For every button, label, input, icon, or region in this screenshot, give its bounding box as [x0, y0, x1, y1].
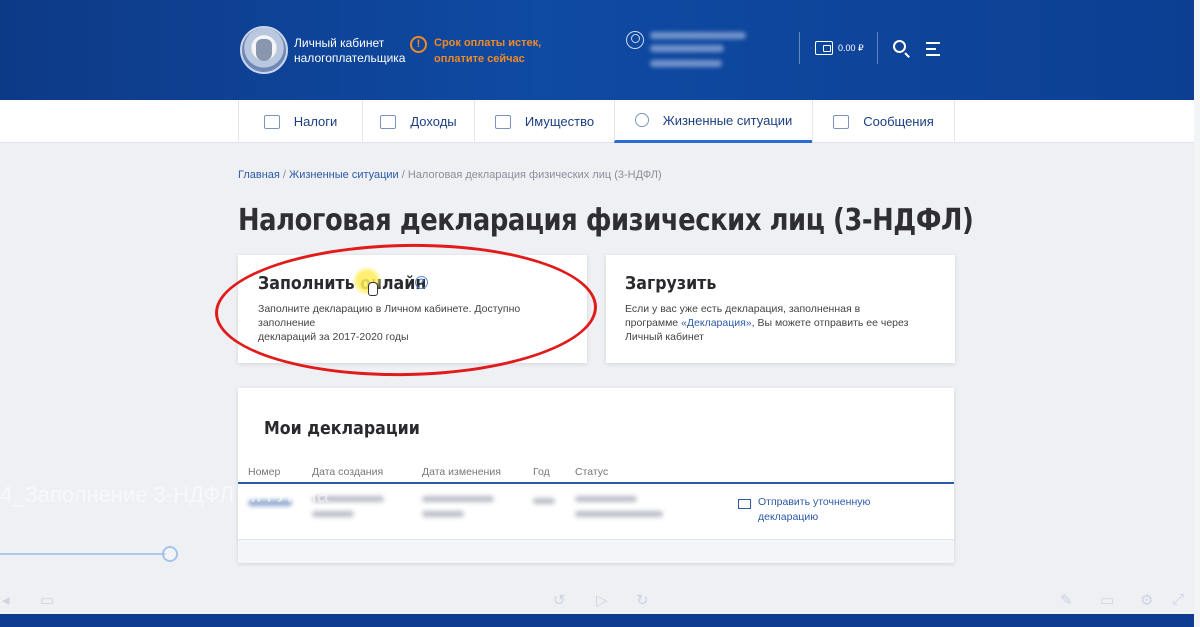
warning-line-1: Срок оплаты истек, [434, 37, 542, 49]
column-year: Год [533, 466, 550, 478]
fns-emblem-logo[interactable] [240, 26, 288, 74]
main-navigation: Налоги Доходы Имущество Жизненные ситуац… [0, 100, 1200, 143]
upload-text-3: Личный кабинет [625, 331, 704, 343]
site-header: Личный кабинет налогоплательщика ! Срок … [0, 0, 1200, 100]
video-progress-bar[interactable] [0, 553, 166, 555]
upload-text-1: Если у вас уже есть декларация, заполнен… [625, 303, 861, 315]
tab-label: Налоги [293, 114, 338, 129]
table-header-underline [238, 482, 954, 484]
tab-property[interactable]: Имущество [474, 100, 614, 143]
table-footer [238, 539, 954, 563]
tab-taxes[interactable]: Налоги [238, 100, 362, 143]
settings-icon[interactable]: ⚙ [1140, 591, 1153, 609]
breadcrumb-separator: / [279, 169, 290, 181]
captions-icon[interactable]: ▭ [1100, 591, 1114, 609]
row-modified-blurred-2 [422, 511, 464, 517]
messages-icon [833, 114, 850, 129]
volume-icon[interactable]: ◂ [2, 591, 10, 609]
video-progress-knob[interactable] [162, 546, 178, 562]
scrollbar-track[interactable] [1194, 0, 1200, 627]
subtitles-icon[interactable]: ▭ [40, 591, 54, 609]
income-icon [380, 114, 397, 129]
row-modified-blurred [422, 496, 494, 502]
user-icon[interactable] [626, 31, 644, 49]
send-corrected-declaration-link[interactable]: Отправить уточненную декларацию [758, 495, 870, 525]
envelope-icon[interactable] [738, 499, 751, 509]
upload-description: Если у вас уже есть декларация, заполнен… [625, 302, 945, 344]
warning-icon: ! [410, 36, 427, 53]
upload-card[interactable]: Загрузить Если у вас уже есть декларация… [606, 255, 955, 363]
upload-title[interactable]: Загрузить [625, 273, 716, 294]
search-icon[interactable] [893, 40, 906, 53]
play-icon[interactable]: ▷ [596, 591, 608, 609]
upload-text-2-suffix: , Вы можете отправить ее через [751, 317, 909, 329]
life-situations-icon [634, 113, 649, 127]
column-number: Номер [248, 466, 281, 478]
my-declarations-panel: Мои декларации Номер Дата создания Дата … [238, 388, 954, 563]
link-line-1: Отправить уточненную [758, 496, 871, 508]
tab-life-situations[interactable]: Жизненные ситуации [614, 100, 812, 143]
column-status: Статус [575, 466, 609, 478]
declaration-program-link[interactable]: «Декларация» [681, 317, 752, 329]
tab-label: Сообщения [863, 114, 934, 129]
user-name-blurred [650, 32, 746, 39]
taxes-icon [263, 114, 280, 129]
breadcrumb-separator: / [398, 169, 408, 181]
breadcrumb: Главная / Жизненные ситуации / Налоговая… [238, 169, 662, 181]
user-inn-blurred [650, 60, 722, 67]
warning-line-2: оплатите сейчас [434, 53, 525, 65]
link-line-2: декларацию [758, 511, 819, 523]
row-year-blurred [533, 498, 555, 504]
breadcrumb-life-situations[interactable]: Жизненные ситуации [289, 169, 399, 181]
breadcrumb-home[interactable]: Главная [238, 169, 280, 181]
menu-icon[interactable] [926, 42, 940, 60]
video-title-overlay: 4_Заполнение 3-НДФЛ ИП Лена [0, 482, 329, 507]
wallet-icon[interactable] [815, 41, 833, 55]
row-status-blurred [575, 496, 637, 502]
tab-messages[interactable]: Сообщения [812, 100, 955, 143]
user-name-blurred-2 [650, 45, 724, 52]
edit-icon[interactable]: ✎ [1060, 591, 1073, 609]
row-created-blurred-2 [312, 511, 354, 517]
page-footer [0, 614, 1200, 627]
balance-amount[interactable]: 0.00 ₽ [838, 43, 864, 54]
tab-income[interactable]: Доходы [362, 100, 474, 143]
my-declarations-title: Мои декларации [264, 418, 420, 439]
forward-icon[interactable]: ↻ [636, 591, 649, 609]
row-status-blurred-2 [575, 511, 663, 517]
brand-line-2: налогоплательщика [294, 51, 406, 65]
property-icon [494, 114, 511, 129]
fullscreen-icon[interactable]: ⤢ [1172, 591, 1184, 608]
page-title: Налоговая декларация физических лиц (3-Н… [238, 203, 974, 238]
rewind-icon[interactable]: ↺ [553, 591, 566, 609]
column-created: Дата создания [312, 466, 384, 478]
brand-title[interactable]: Личный кабинет налогоплательщика [294, 36, 405, 66]
tab-label: Доходы [410, 114, 457, 129]
header-divider [799, 32, 800, 64]
column-modified: Дата изменения [422, 466, 501, 478]
breadcrumb-current: Налоговая декларация физических лиц (3-Н… [407, 169, 662, 181]
header-divider [877, 32, 878, 64]
upload-text-2-prefix: программе [625, 317, 682, 329]
tab-label: Жизненные ситуации [662, 112, 793, 128]
brand-line-1: Личный кабинет [294, 36, 385, 50]
tab-label: Имущество [524, 114, 595, 129]
payment-overdue-warning[interactable]: Срок оплаты истек, оплатите сейчас [434, 35, 541, 67]
